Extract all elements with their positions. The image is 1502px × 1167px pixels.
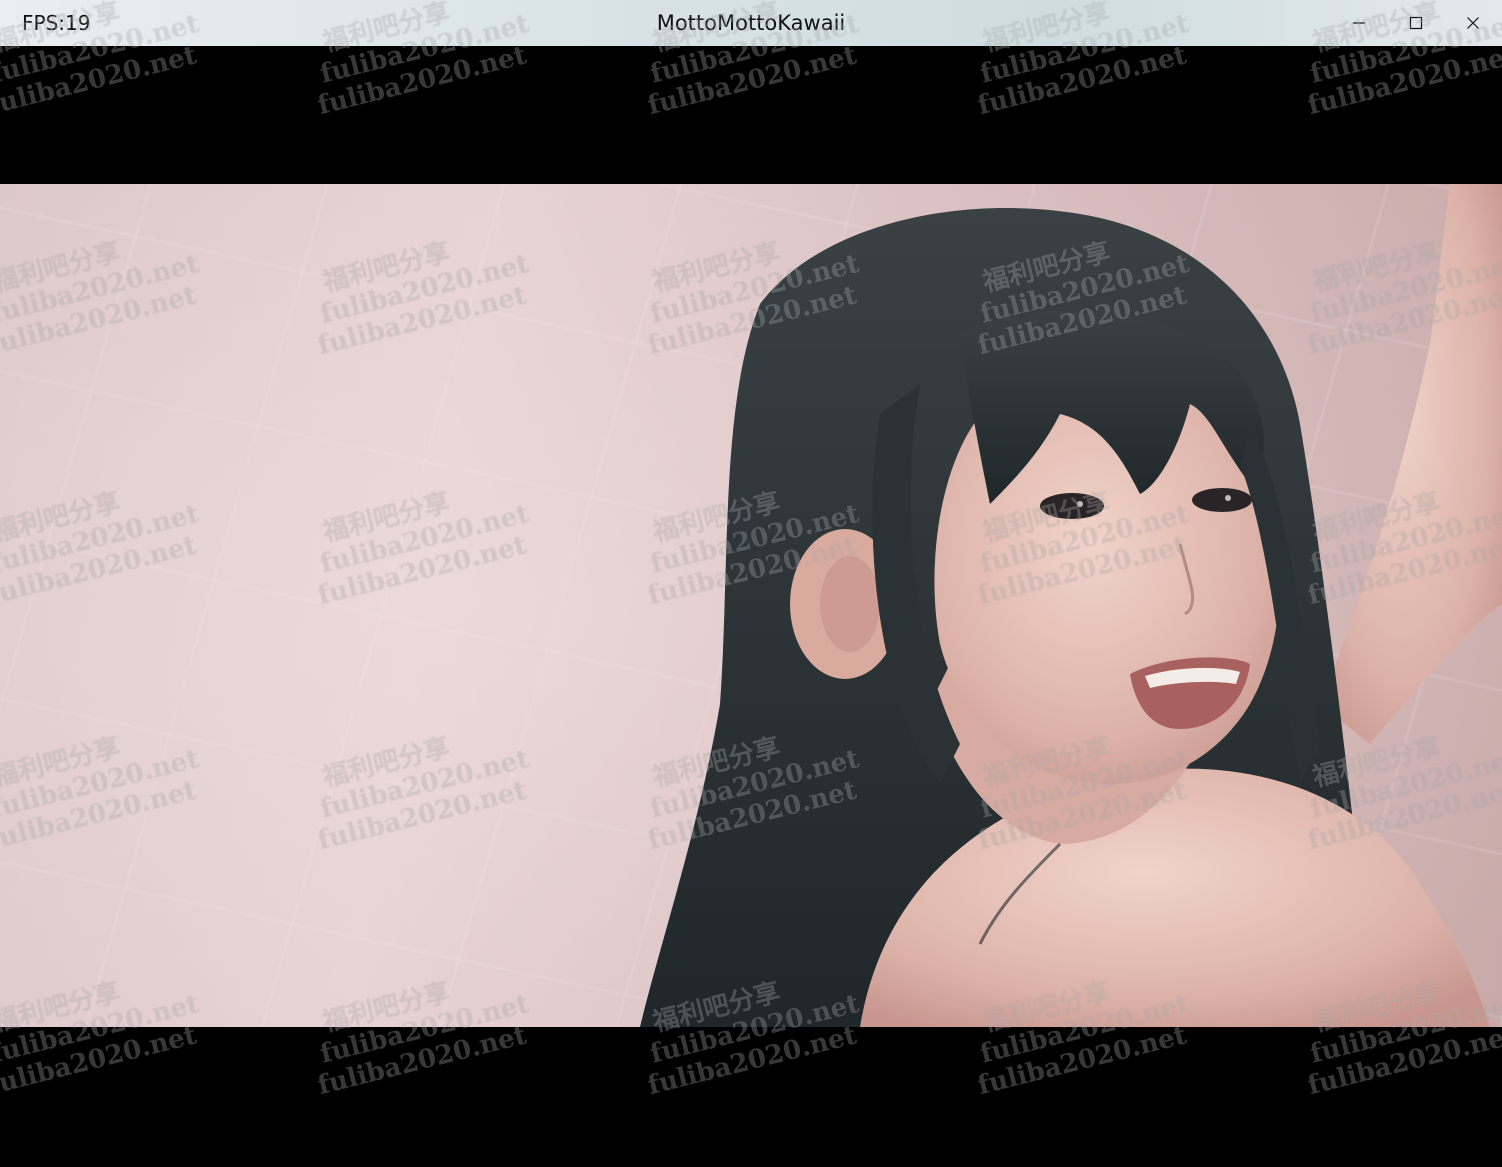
fps-counter: FPS:19 — [22, 11, 91, 35]
portrait-illustration — [0, 184, 1502, 1027]
video-frame — [0, 184, 1502, 1027]
minimize-icon — [1353, 22, 1365, 24]
maximize-button[interactable] — [1387, 0, 1445, 46]
window-title: MottoMottoKawaii — [656, 11, 846, 35]
title-bar[interactable]: FPS:19 MottoMottoKawaii — [0, 0, 1502, 46]
close-icon — [1467, 17, 1479, 29]
minimize-button[interactable] — [1330, 0, 1388, 46]
close-button[interactable] — [1444, 0, 1502, 46]
maximize-icon — [1409, 16, 1423, 30]
render-viewport[interactable] — [0, 46, 1502, 1167]
